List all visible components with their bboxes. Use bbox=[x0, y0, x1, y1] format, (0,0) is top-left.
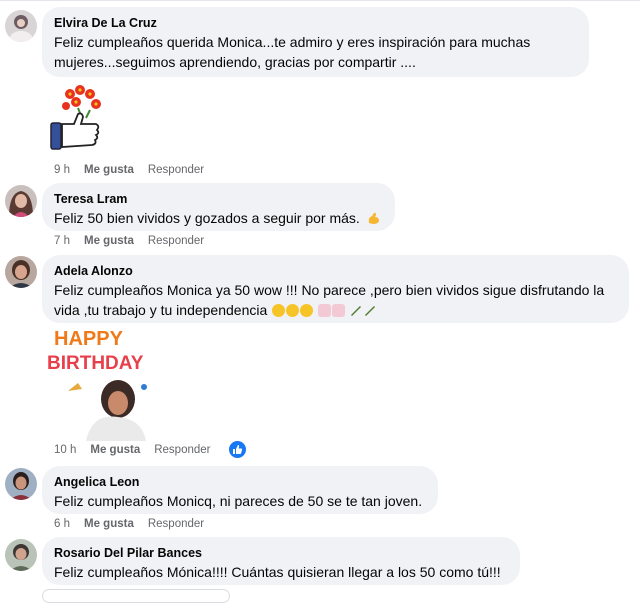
reply-button[interactable]: Responder bbox=[148, 518, 204, 530]
like-button[interactable]: Me gusta bbox=[84, 164, 134, 176]
comment-bubble: Adela Alonzo Feliz cumpleaños Monica ya … bbox=[42, 255, 629, 323]
sticker-happy: HAPPY bbox=[54, 328, 124, 350]
smiling-face-emoji bbox=[286, 304, 300, 317]
avatar[interactable] bbox=[5, 468, 37, 500]
bottle-emoji bbox=[349, 302, 363, 322]
avatar[interactable] bbox=[5, 539, 37, 571]
comment-author[interactable]: Angelica Leon bbox=[54, 474, 426, 490]
comment-text: Feliz cumpleaños querida Monica...te adm… bbox=[54, 34, 531, 70]
happy-birthday-sticker: HAPPY BIRTHDAY bbox=[46, 325, 154, 446]
like-reaction-icon[interactable] bbox=[229, 441, 246, 458]
reply-button[interactable]: Responder bbox=[154, 444, 210, 456]
comment-time[interactable]: 6 h bbox=[54, 518, 70, 530]
smiling-face-emoji bbox=[300, 304, 314, 317]
bottle-emoji bbox=[363, 302, 377, 322]
comment-time[interactable]: 10 h bbox=[54, 444, 76, 456]
like-button[interactable]: Me gusta bbox=[90, 444, 140, 456]
comment-text: Feliz cumpleaños Mónica!!!! Cuántas quis… bbox=[54, 564, 501, 580]
flexed-biceps-emoji bbox=[367, 210, 381, 230]
comment-time[interactable]: 9 h bbox=[54, 164, 70, 176]
like-button[interactable]: Me gusta bbox=[84, 235, 134, 247]
comment-actions: 9 h Me gusta Responder bbox=[54, 164, 204, 176]
comment-bubble: Angelica Leon Feliz cumpleaños Monicq, n… bbox=[42, 466, 438, 514]
comment-author[interactable]: Adela Alonzo bbox=[54, 263, 617, 279]
comment-text-row: Feliz cumpleaños Monica ya 50 wow !!! No… bbox=[54, 280, 617, 322]
comment-author[interactable]: Teresa Lram bbox=[54, 191, 383, 207]
avatar[interactable] bbox=[5, 185, 37, 217]
divider bbox=[0, 0, 640, 1]
comment-time[interactable]: 7 h bbox=[54, 235, 70, 247]
cake-emoji bbox=[332, 304, 346, 317]
comment-bubble: Elvira De La Cruz Feliz cumpleaños queri… bbox=[42, 7, 589, 77]
comment-text: Feliz cumpleaños Monicq, ni pareces de 5… bbox=[54, 493, 423, 509]
cake-emoji bbox=[318, 304, 332, 317]
comment-actions: 10 h Me gusta Responder bbox=[54, 444, 211, 456]
like-button[interactable]: Me gusta bbox=[84, 518, 134, 530]
comment-actions: 6 h Me gusta Responder bbox=[54, 518, 204, 530]
smiling-face-emoji bbox=[272, 304, 286, 317]
comment-author[interactable]: Elvira De La Cruz bbox=[54, 15, 577, 31]
comment-text-row: Feliz 50 bien vividos y gozados a seguir… bbox=[54, 208, 383, 230]
sticker-birthday: BIRTHDAY bbox=[47, 353, 144, 374]
reply-button[interactable]: Responder bbox=[148, 164, 204, 176]
comment-author[interactable]: Rosario Del Pilar Bances bbox=[54, 545, 508, 561]
avatar[interactable] bbox=[5, 256, 37, 288]
reply-button[interactable]: Responder bbox=[148, 235, 204, 247]
comment-text: Feliz 50 bien vividos y gozados a seguir… bbox=[54, 210, 360, 226]
thumbs-up-flowers-sticker bbox=[48, 84, 112, 157]
comment-bubble: Teresa Lram Feliz 50 bien vividos y goza… bbox=[42, 183, 395, 231]
next-comment-bubble-edge bbox=[42, 589, 230, 603]
avatar[interactable] bbox=[5, 10, 37, 42]
comment-actions: 7 h Me gusta Responder bbox=[54, 235, 204, 247]
comment-bubble: Rosario Del Pilar Bances Feliz cumpleaño… bbox=[42, 537, 520, 585]
